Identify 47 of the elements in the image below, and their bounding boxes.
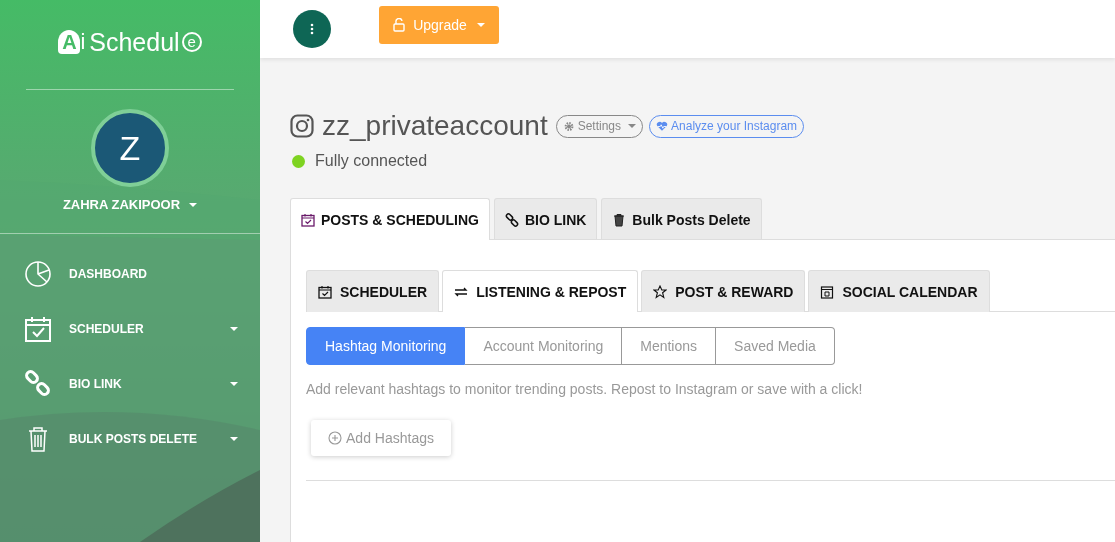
trash-icon (612, 212, 627, 227)
segment-button[interactable]: Hashtag Monitoring (306, 327, 466, 365)
status-text: Fully connected (315, 152, 428, 170)
upgrade-button[interactable]: Upgrade (379, 6, 499, 44)
caret-icon (628, 124, 637, 128)
logo-text: Schedul (89, 27, 180, 57)
calendar-icon (820, 284, 835, 299)
status-dot (292, 154, 305, 168)
segment-button[interactable]: Account Monitoring (465, 327, 623, 365)
logo-text: i (80, 29, 86, 55)
tab[interactable]: SOCIAL CALENDAR (808, 270, 990, 312)
nav-item[interactable]: SCHEDULER (0, 301, 260, 356)
tab[interactable]: BIO LINK (493, 198, 598, 240)
caret-icon (230, 381, 238, 386)
tab[interactable]: SCHEDULER (306, 270, 440, 312)
tab[interactable]: POST & REWARD (641, 270, 806, 312)
gear-icon (562, 120, 575, 132)
logo-badge: e (181, 32, 202, 52)
nav-item[interactable]: DASHBOARD (0, 246, 260, 301)
tab[interactable]: Bulk Posts Delete (601, 198, 762, 240)
description-text: Add relevant hashtags to monitor trending posts. Repost to Instagram or save with a click! (306, 381, 864, 397)
caret-icon (230, 326, 238, 331)
chain-icon (504, 212, 519, 227)
more-icon (310, 23, 314, 35)
pie-chart-icon (24, 259, 52, 288)
calendar-icon (301, 212, 315, 227)
account-name: zz_privateaccount (322, 110, 548, 142)
caret-icon (189, 202, 198, 207)
calendar-icon (318, 284, 332, 299)
unlock-icon (393, 18, 406, 32)
caret-icon (476, 23, 485, 27)
user-menu[interactable]: ZAHRA ZAKIPOOR (56, 196, 204, 213)
calendar-icon (24, 314, 52, 343)
nav-item[interactable]: BIO LINK (0, 356, 260, 411)
star-icon (653, 284, 668, 299)
logo-mark: A (58, 30, 81, 54)
plus-circle-icon (328, 431, 342, 445)
heartbeat-icon (656, 120, 669, 132)
segment-button[interactable]: Saved Media (716, 327, 835, 365)
instagram-icon (290, 114, 314, 138)
tab[interactable]: POSTS & SCHEDULING (290, 198, 490, 240)
caret-icon (230, 436, 238, 441)
segment-button[interactable]: Mentions (622, 327, 717, 365)
add-hashtags-button[interactable]: Add Hashtags (311, 420, 451, 456)
tab[interactable]: LISTENING & REPOST (442, 270, 639, 312)
chain-icon (24, 369, 52, 398)
menu-button[interactable] (293, 10, 331, 48)
